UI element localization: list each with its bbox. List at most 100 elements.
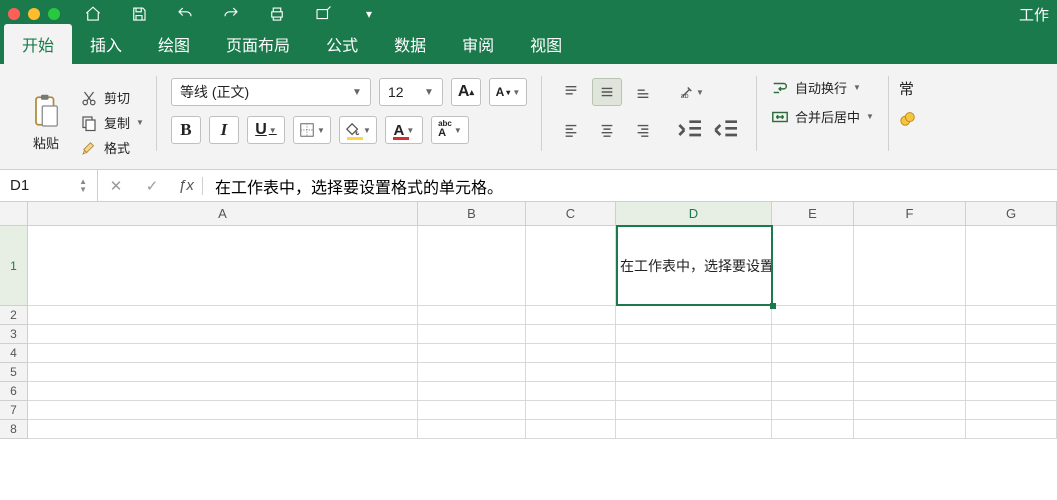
italic-button[interactable]: I <box>209 116 239 144</box>
decrease-indent-button[interactable] <box>676 116 706 144</box>
tab-home[interactable]: 开始 <box>4 24 72 64</box>
cell[interactable] <box>772 325 854 344</box>
cell[interactable] <box>616 401 772 420</box>
cancel-formula-button[interactable]: ✕ <box>98 177 134 195</box>
align-bottom-button[interactable] <box>628 78 658 106</box>
align-center-button[interactable] <box>592 116 622 144</box>
cell[interactable] <box>418 363 526 382</box>
row-header-3[interactable]: 3 <box>0 325 28 344</box>
tab-data[interactable]: 数据 <box>376 24 444 64</box>
cell[interactable] <box>526 344 616 363</box>
col-header-G[interactable]: G <box>966 202 1057 225</box>
cell[interactable] <box>772 306 854 325</box>
cell[interactable] <box>526 363 616 382</box>
align-top-button[interactable] <box>556 78 586 106</box>
caret-icon[interactable]: ▼ <box>866 112 874 121</box>
worksheet-grid[interactable]: A B C D E F G 1 2 3 4 5 6 7 8 在工作表中，选择要设… <box>0 202 1057 226</box>
cell[interactable] <box>616 363 772 382</box>
cell[interactable] <box>526 325 616 344</box>
cell[interactable] <box>28 401 418 420</box>
save-icon[interactable] <box>128 3 150 25</box>
name-box-stepper[interactable]: ▲▼ <box>79 178 87 194</box>
cell-D1[interactable]: 在工作表中，选择要设置格式的单元格。在"开始"选项 <box>616 226 772 306</box>
fx-icon[interactable]: ƒx <box>170 177 202 194</box>
copy-caret-icon[interactable]: ▼ <box>136 118 144 127</box>
cell[interactable] <box>28 363 418 382</box>
number-format-label[interactable]: 常 <box>899 78 914 99</box>
tab-review[interactable]: 审阅 <box>444 24 512 64</box>
fill-handle[interactable] <box>770 303 776 309</box>
cell[interactable] <box>616 382 772 401</box>
cell[interactable] <box>526 420 616 439</box>
cell[interactable] <box>772 382 854 401</box>
row-header-7[interactable]: 7 <box>0 401 28 420</box>
cell[interactable] <box>966 306 1057 325</box>
row-header-1[interactable]: 1 <box>0 226 28 306</box>
format-painter-button[interactable]: 格式 <box>80 138 144 157</box>
phonetic-button[interactable]: abcA▼ <box>431 116 469 144</box>
row-header-2[interactable]: 2 <box>0 306 28 325</box>
cell[interactable] <box>418 420 526 439</box>
col-header-C[interactable]: C <box>526 202 616 225</box>
col-header-F[interactable]: F <box>854 202 966 225</box>
cell[interactable] <box>418 401 526 420</box>
print-icon[interactable] <box>266 3 288 25</box>
customize-qat-icon[interactable]: ▾ <box>358 3 380 25</box>
align-left-button[interactable] <box>556 116 586 144</box>
font-size-combo[interactable]: 12 ▼ <box>379 78 443 106</box>
tab-draw[interactable]: 绘图 <box>140 24 208 64</box>
decrease-font-button[interactable]: A▾▼ <box>489 78 527 106</box>
cell[interactable] <box>418 344 526 363</box>
cell[interactable] <box>854 420 966 439</box>
cell[interactable] <box>772 420 854 439</box>
select-all-corner[interactable] <box>0 202 28 225</box>
zoom-window-button[interactable] <box>48 8 60 20</box>
col-header-E[interactable]: E <box>772 202 854 225</box>
cell[interactable] <box>772 363 854 382</box>
fill-color-button[interactable]: ▼ <box>339 116 377 144</box>
cell[interactable] <box>28 306 418 325</box>
cell[interactable] <box>854 363 966 382</box>
home-icon[interactable] <box>82 3 104 25</box>
merge-center-button[interactable]: 合并后居中 ▼ <box>771 107 874 126</box>
row-header-8[interactable]: 8 <box>0 420 28 439</box>
font-name-combo[interactable]: 等线 (正文) ▼ <box>171 78 371 106</box>
cell[interactable] <box>854 325 966 344</box>
paste-button[interactable]: 粘贴 <box>20 87 72 152</box>
col-header-D[interactable]: D <box>616 202 772 225</box>
accept-formula-button[interactable]: ✓ <box>134 177 170 195</box>
wrap-text-button[interactable]: 自动换行 ▼ <box>771 78 874 97</box>
tab-insert[interactable]: 插入 <box>72 24 140 64</box>
tab-formulas[interactable]: 公式 <box>308 24 376 64</box>
cell[interactable] <box>616 306 772 325</box>
cell-F1[interactable] <box>854 226 966 306</box>
cell[interactable] <box>526 306 616 325</box>
cell[interactable] <box>616 420 772 439</box>
cell[interactable] <box>966 325 1057 344</box>
align-right-button[interactable] <box>628 116 658 144</box>
cell[interactable] <box>854 401 966 420</box>
orientation-button[interactable]: ab▼ <box>676 78 706 106</box>
underline-button[interactable]: U▼ <box>247 116 285 144</box>
cell-A1[interactable] <box>28 226 418 306</box>
cell[interactable] <box>418 382 526 401</box>
cells-area[interactable]: 在工作表中，选择要设置格式的单元格。在"开始"选项 <box>28 226 1057 439</box>
cell-G1[interactable] <box>966 226 1057 306</box>
border-button[interactable]: ▼ <box>293 116 331 144</box>
cell-C1[interactable] <box>526 226 616 306</box>
close-window-button[interactable] <box>8 8 20 20</box>
tab-view[interactable]: 视图 <box>512 24 580 64</box>
row-header-5[interactable]: 5 <box>0 363 28 382</box>
minimize-window-button[interactable] <box>28 8 40 20</box>
cell[interactable] <box>526 401 616 420</box>
cell[interactable] <box>966 420 1057 439</box>
cell[interactable] <box>854 306 966 325</box>
undo-icon[interactable] <box>174 3 196 25</box>
cell[interactable] <box>28 344 418 363</box>
cell[interactable] <box>966 363 1057 382</box>
cell[interactable] <box>772 344 854 363</box>
cell[interactable] <box>28 382 418 401</box>
cell[interactable] <box>418 325 526 344</box>
font-color-button[interactable]: A▼ <box>385 116 423 144</box>
currency-button[interactable] <box>899 109 917 127</box>
